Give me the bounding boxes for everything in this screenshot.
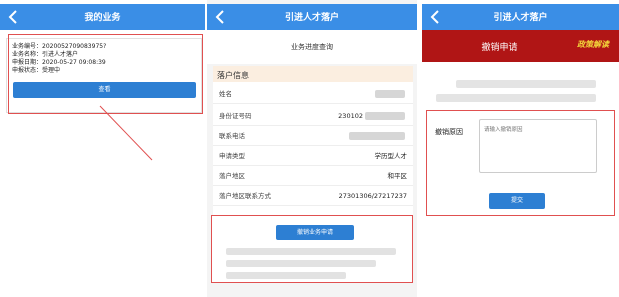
row-label: 身份证号码	[219, 112, 252, 120]
row-label: 落户地区	[219, 172, 245, 180]
redacted-value	[365, 112, 405, 120]
cancel-application-screen: 引进人才落户 撤销申请 政策解读 撤销原因 提交	[422, 0, 619, 297]
redacted-text	[226, 260, 376, 267]
pointer-arrow	[99, 105, 153, 161]
banner-title: 撤销申请	[481, 43, 518, 53]
redacted-text	[226, 248, 396, 255]
info-row-phone: 联系电话	[213, 126, 413, 146]
info-row-id: 身份证号码 230102	[213, 106, 413, 126]
cancel-reason-box: 撤销原因 提交	[426, 110, 615, 216]
progress-query-screen: 引进人才落户 业务进度查询 落户信息 姓名 身份证号码 230102 联系电话 …	[207, 0, 417, 297]
redacted-value	[349, 132, 405, 140]
row-label: 申请类型	[219, 152, 245, 160]
settlement-info-section: 落户信息 姓名 身份证号码 230102 联系电话 申请类型 学历型人才 落户地…	[213, 66, 413, 216]
banner-brand-logo: 政策解读	[577, 40, 609, 49]
nav-bar: 引进人才落户	[422, 4, 619, 30]
redacted-text	[456, 80, 596, 88]
row-label: 落户地区联系方式	[219, 192, 271, 200]
cancel-banner: 撤销申请 政策解读	[422, 30, 619, 62]
redacted-value	[375, 90, 405, 98]
section-title: 落户信息	[217, 71, 249, 80]
row-value: 27301306/27217237	[338, 192, 407, 200]
row-value: 学历型人才	[374, 152, 408, 160]
my-business-screen: 我的业务 业务编号：2020052709083975? 业务名称：引进人才落户 …	[0, 0, 205, 297]
redacted-text	[226, 272, 346, 279]
reason-label: 撤销原因	[435, 128, 463, 136]
row-value: 230102	[338, 112, 363, 120]
redacted-text	[436, 94, 596, 102]
page-heading: 业务进度查询	[207, 30, 417, 64]
row-label: 姓名	[219, 90, 232, 98]
nav-title: 引进人才落户	[284, 13, 339, 23]
info-row-contact: 落户地区联系方式 27301306/27217237	[213, 186, 413, 206]
cancel-action-box: 撤销业务申请	[211, 215, 413, 283]
info-row-district: 落户地区 和平区	[213, 166, 413, 186]
cancel-business-button[interactable]: 撤销业务申请	[276, 225, 354, 240]
row-label: 联系电话	[219, 132, 245, 140]
nav-title: 引进人才落户	[493, 13, 548, 23]
info-row-name: 姓名	[213, 84, 413, 104]
info-row-type: 申请类型 学历型人才	[213, 146, 413, 166]
reason-input[interactable]	[479, 119, 597, 173]
submit-button[interactable]: 提交	[489, 193, 545, 209]
row-value: 和平区	[387, 172, 408, 180]
nav-bar: 引进人才落户	[207, 4, 417, 30]
